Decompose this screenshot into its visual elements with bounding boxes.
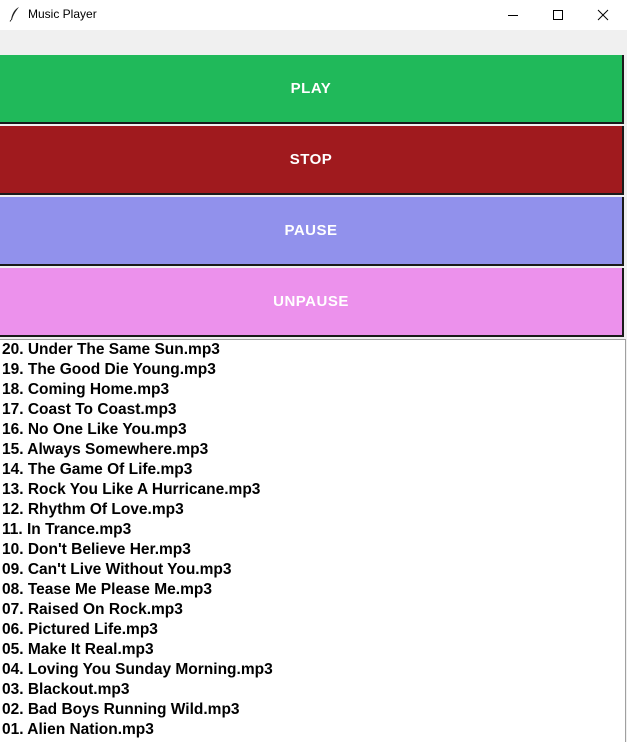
feather-icon bbox=[8, 6, 22, 22]
playlist-item[interactable]: 01. Alien Nation.mp3 bbox=[0, 720, 625, 740]
playlist-listbox[interactable]: 20. Under The Same Sun.mp3 19. The Good … bbox=[0, 339, 626, 742]
close-button[interactable] bbox=[580, 0, 626, 30]
playlist-item[interactable]: 05. Make It Real.mp3 bbox=[0, 640, 625, 660]
play-button[interactable]: PLAY bbox=[0, 55, 624, 124]
playlist-item[interactable]: 08. Tease Me Please Me.mp3 bbox=[0, 580, 625, 600]
title-bar[interactable]: Music Player bbox=[0, 0, 627, 30]
playlist-item[interactable]: 17. Coast To Coast.mp3 bbox=[0, 400, 625, 420]
playlist-item[interactable]: 16. No One Like You.mp3 bbox=[0, 420, 625, 440]
close-icon bbox=[597, 9, 609, 21]
playlist-item[interactable]: 04. Loving You Sunday Morning.mp3 bbox=[0, 660, 625, 680]
playlist-item[interactable]: 03. Blackout.mp3 bbox=[0, 680, 625, 700]
menu-strip bbox=[0, 30, 627, 54]
playlist-item[interactable]: 11. In Trance.mp3 bbox=[0, 520, 625, 540]
playlist-item[interactable]: 15. Always Somewhere.mp3 bbox=[0, 440, 625, 460]
window-title: Music Player bbox=[28, 7, 97, 21]
playlist-item[interactable]: 02. Bad Boys Running Wild.mp3 bbox=[0, 700, 625, 720]
stop-button[interactable]: STOP bbox=[0, 126, 624, 195]
playlist-item[interactable]: 09. Can't Live Without You.mp3 bbox=[0, 560, 625, 580]
unpause-button[interactable]: UNPAUSE bbox=[0, 268, 624, 337]
playlist-item[interactable]: 12. Rhythm Of Love.mp3 bbox=[0, 500, 625, 520]
playlist-item[interactable]: 13. Rock You Like A Hurricane.mp3 bbox=[0, 480, 625, 500]
playlist-item[interactable]: 14. The Game Of Life.mp3 bbox=[0, 460, 625, 480]
playlist-item[interactable]: 06. Pictured Life.mp3 bbox=[0, 620, 625, 640]
playlist-item[interactable]: 19. The Good Die Young.mp3 bbox=[0, 360, 625, 380]
playlist-item[interactable]: 10. Don't Believe Her.mp3 bbox=[0, 540, 625, 560]
maximize-icon bbox=[552, 9, 564, 21]
playlist-item[interactable]: 18. Coming Home.mp3 bbox=[0, 380, 625, 400]
playlist-item[interactable]: 07. Raised On Rock.mp3 bbox=[0, 600, 625, 620]
minimize-icon bbox=[507, 9, 519, 21]
minimize-button[interactable] bbox=[490, 0, 536, 30]
pause-button[interactable]: PAUSE bbox=[0, 197, 624, 266]
playlist-item[interactable]: 20. Under The Same Sun.mp3 bbox=[0, 340, 625, 360]
music-player-window: Music Player PLAY STOP PAUSE UNPAUSE 20.… bbox=[0, 0, 627, 742]
maximize-button[interactable] bbox=[535, 0, 581, 30]
